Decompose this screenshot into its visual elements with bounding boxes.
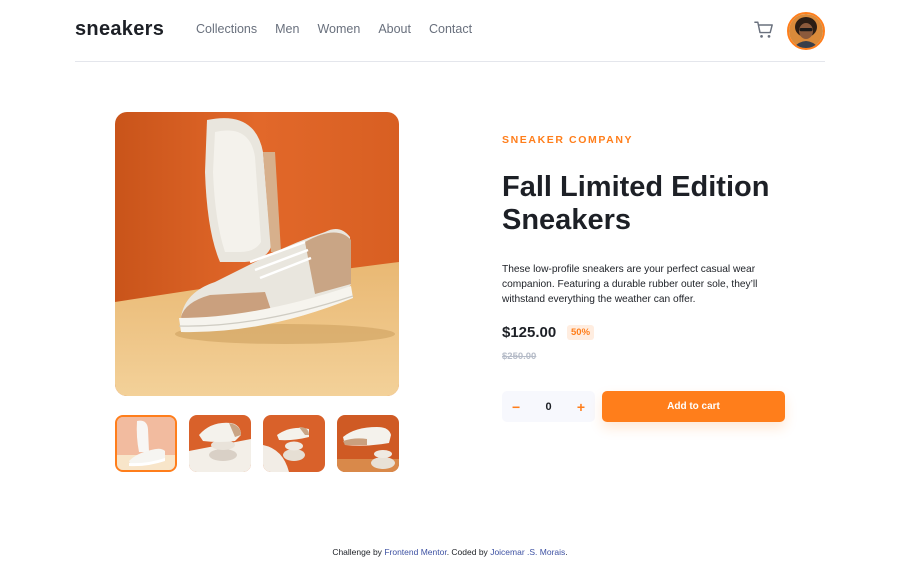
quantity-stepper: − 0 + xyxy=(502,391,595,422)
company-name: SNEAKER COMPANY xyxy=(502,134,634,146)
sneaker-thumbnail-3[interactable] xyxy=(263,415,325,472)
product-title: Fall Limited Edition Sneakers xyxy=(502,171,770,236)
sneaker-thumbnail-4[interactable] xyxy=(337,415,399,472)
author-link[interactable]: Joicemar .S. Morais xyxy=(490,547,565,557)
nav-link-contact[interactable]: Contact xyxy=(429,22,472,36)
decrease-quantity-button[interactable]: − xyxy=(512,400,520,414)
add-to-cart-button[interactable]: Add to cart xyxy=(602,391,785,422)
attribution-middle: . Coded by xyxy=(446,547,488,557)
attribution-prefix: Challenge by xyxy=(332,547,382,557)
product-description: These low-profile sneakers are your perf… xyxy=(502,264,758,306)
quantity-value: 0 xyxy=(545,400,552,413)
sneaker-thumbnail-1[interactable] xyxy=(115,415,177,472)
nav-link-collections[interactable]: Collections xyxy=(196,22,257,36)
add-to-cart-label: Add to cart xyxy=(667,401,720,412)
avatar[interactable] xyxy=(787,12,825,50)
main-nav: Collections Men Women About Contact xyxy=(196,22,472,36)
attribution-suffix: . xyxy=(565,547,568,557)
cart-icon[interactable] xyxy=(754,20,774,40)
attribution-footer: Challenge by Frontend Mentor. Coded by J… xyxy=(0,547,900,557)
discount-badge: 50% xyxy=(567,325,595,340)
original-price: $250.00 xyxy=(502,351,537,362)
sneaker-thumbnail-2[interactable] xyxy=(189,415,251,472)
thumbnail-strip xyxy=(115,415,399,472)
current-price: $125.00 xyxy=(502,324,557,341)
frontend-mentor-link[interactable]: Frontend Mentor xyxy=(384,547,446,557)
site-logo[interactable]: sneakers xyxy=(75,18,164,41)
nav-link-about[interactable]: About xyxy=(378,22,411,36)
increase-quantity-button[interactable]: + xyxy=(577,400,585,414)
nav-link-men[interactable]: Men xyxy=(275,22,299,36)
sneaker-photo-main[interactable] xyxy=(115,112,399,396)
nav-link-women[interactable]: Women xyxy=(317,22,360,36)
site-header: sneakers Collections Men Women About Con… xyxy=(75,0,825,62)
